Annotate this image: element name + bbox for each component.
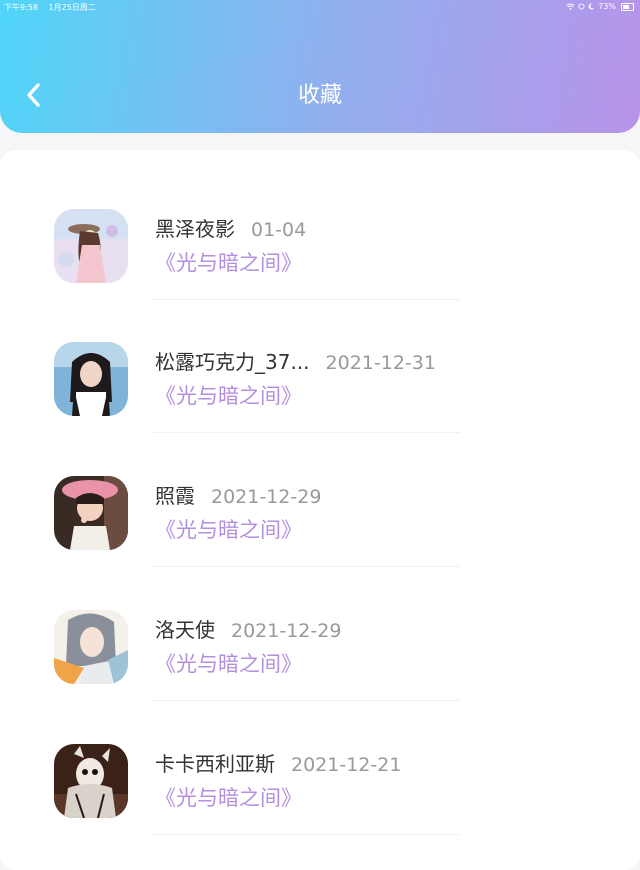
list-item[interactable]: 卡卡西利亚斯 2021-12-21 《光与暗之间》: [0, 744, 640, 854]
divider: [150, 834, 460, 835]
work-title[interactable]: 《光与暗之间》: [155, 382, 302, 410]
avatar: [54, 342, 128, 416]
favorite-date: 2021-12-31: [325, 352, 436, 374]
user-name: 松露巧克力_37... 2021-12-31: [155, 348, 436, 377]
divider: [150, 432, 460, 433]
user-name-text: 照霞: [155, 484, 195, 508]
battery-percent: 73%: [598, 2, 616, 11]
list-item[interactable]: 松露巧克力_37... 2021-12-31 《光与暗之间》: [0, 342, 640, 452]
user-name: 照霞 2021-12-29: [155, 482, 321, 511]
user-name-text: 卡卡西利亚斯: [155, 752, 275, 776]
status-date: 1月25日周二: [48, 3, 96, 12]
list-item[interactable]: 洛天使 2021-12-29 《光与暗之间》: [0, 610, 640, 720]
avatar: [54, 209, 128, 283]
user-name: 黑泽夜影 01-04: [155, 215, 306, 244]
user-name: 卡卡西利亚斯 2021-12-21: [155, 750, 401, 779]
user-name: 洛天使 2021-12-29: [155, 616, 341, 645]
favorite-date: 01-04: [251, 219, 307, 241]
favorite-date: 2021-12-21: [291, 754, 402, 776]
avatar: [54, 744, 128, 818]
favorite-date: 2021-12-29: [231, 620, 342, 642]
favorites-list: 黑泽夜影 01-04 《光与暗之间》 松露巧克力_37... 2021-12-31 …: [0, 150, 640, 870]
avatar: [54, 610, 128, 684]
work-title[interactable]: 《光与暗之间》: [155, 516, 302, 544]
divider: [150, 299, 460, 300]
status-time: 下午9:58: [4, 3, 38, 12]
status-left: 下午9:58 1月25日周二: [4, 2, 104, 13]
divider: [150, 700, 460, 701]
work-title[interactable]: 《光与暗之间》: [155, 650, 302, 678]
favorite-date: 2021-12-29: [211, 486, 322, 508]
status-bar: 下午9:58 1月25日周二 73%: [0, 0, 640, 14]
page-title: 收藏: [297, 83, 342, 108]
work-title[interactable]: 《光与暗之间》: [155, 249, 302, 277]
list-item[interactable]: 黑泽夜影 01-04 《光与暗之间》: [0, 209, 640, 319]
header-bar: 下午9:58 1月25日周二 73% 收藏: [0, 0, 640, 133]
user-name-text: 洛天使: [155, 618, 215, 642]
user-name-text: 黑泽夜影: [155, 217, 235, 241]
wifi-icon: [566, 3, 576, 10]
work-title[interactable]: 《光与暗之间》: [155, 784, 302, 812]
user-name-text: 松露巧克力_37...: [155, 350, 310, 374]
alarm-icon: [578, 3, 585, 10]
moon-icon: [588, 3, 595, 10]
divider: [150, 566, 460, 567]
battery-icon: [621, 2, 634, 11]
status-right: 73%: [566, 2, 634, 11]
list-item[interactable]: 照霞 2021-12-29 《光与暗之间》: [0, 476, 640, 586]
avatar: [54, 476, 128, 550]
